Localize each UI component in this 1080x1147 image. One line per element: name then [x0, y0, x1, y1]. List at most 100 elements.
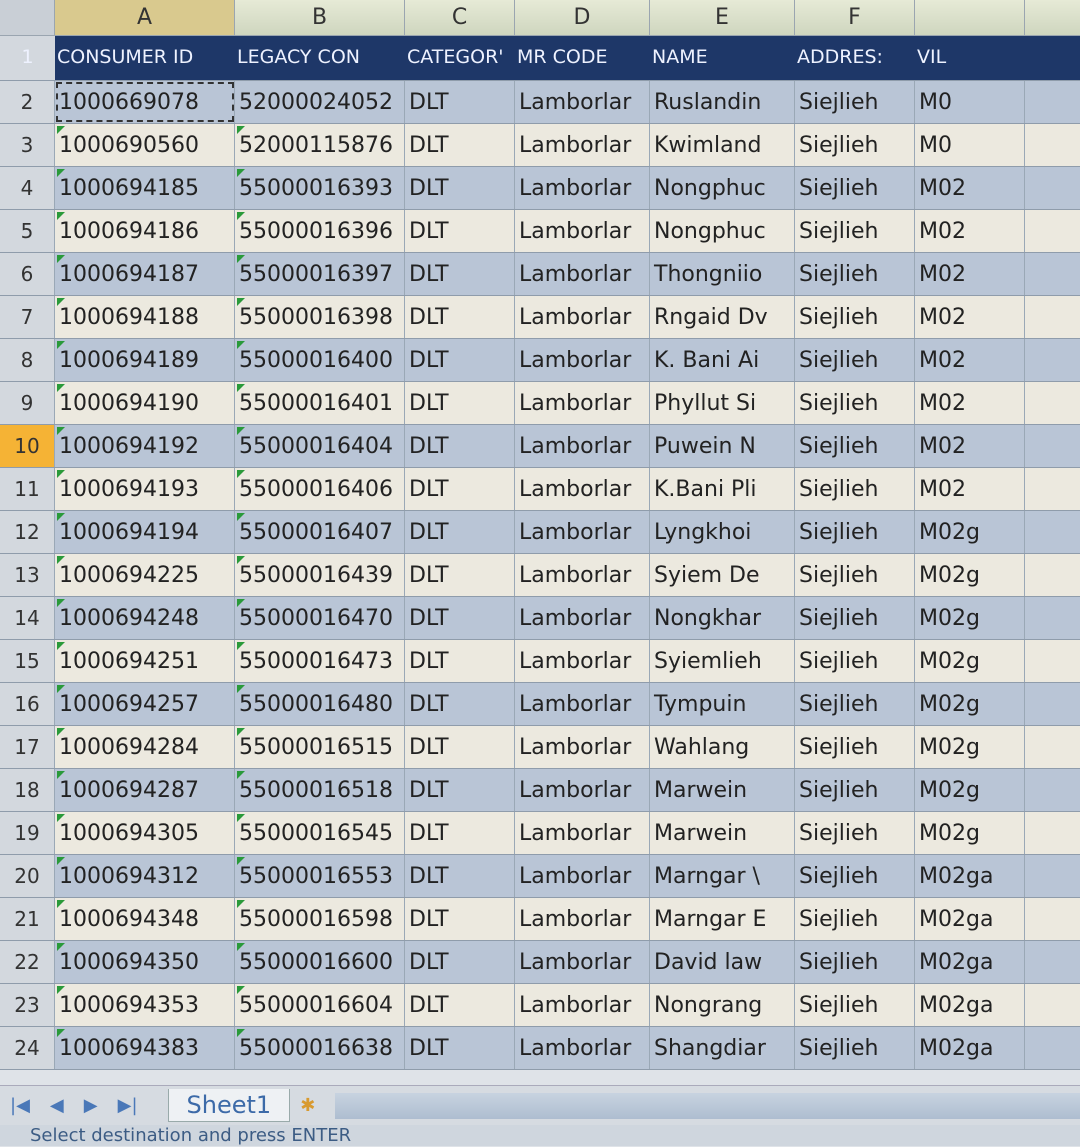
- cell-b[interactable]: 55000016518: [235, 769, 405, 811]
- row-header[interactable]: 20: [0, 855, 55, 897]
- cell-g[interactable]: M02ga: [915, 898, 1025, 940]
- cell-d[interactable]: Lamborlar: [515, 81, 650, 123]
- cell-d[interactable]: Lamborlar: [515, 1027, 650, 1069]
- cell-a[interactable]: 1000694225: [55, 554, 235, 596]
- cell-g[interactable]: M02g: [915, 769, 1025, 811]
- cell-b[interactable]: 55000016407: [235, 511, 405, 553]
- cell-g[interactable]: M02ga: [915, 984, 1025, 1026]
- header-cell[interactable]: CATEGOR': [405, 36, 515, 80]
- cell-g[interactable]: M02: [915, 339, 1025, 381]
- row-header[interactable]: 16: [0, 683, 55, 725]
- cell-e[interactable]: Kwimland: [650, 124, 795, 166]
- insert-sheet-icon[interactable]: ✱: [300, 1095, 315, 1116]
- cell-f[interactable]: Siejlieh: [795, 683, 915, 725]
- cell-f[interactable]: Siejlieh: [795, 124, 915, 166]
- cell-e[interactable]: Phyllut Si: [650, 382, 795, 424]
- cell-e[interactable]: Shangdiar: [650, 1027, 795, 1069]
- row-header[interactable]: 24: [0, 1027, 55, 1069]
- cell-b[interactable]: 52000024052: [235, 81, 405, 123]
- cell-c[interactable]: DLT: [405, 296, 515, 338]
- row-header[interactable]: 5: [0, 210, 55, 252]
- cell-d[interactable]: Lamborlar: [515, 382, 650, 424]
- cell-b[interactable]: 55000016401: [235, 382, 405, 424]
- sheet-tab[interactable]: Sheet1: [167, 1089, 291, 1122]
- cell-g[interactable]: M02: [915, 382, 1025, 424]
- cell-f[interactable]: Siejlieh: [795, 210, 915, 252]
- cell-e[interactable]: Marngar \: [650, 855, 795, 897]
- cell-c[interactable]: DLT: [405, 640, 515, 682]
- cell-c[interactable]: DLT: [405, 984, 515, 1026]
- row-header[interactable]: 7: [0, 296, 55, 338]
- cell-e[interactable]: Marwein: [650, 769, 795, 811]
- header-cell[interactable]: CONSUMER ID: [55, 36, 235, 80]
- cell-e[interactable]: Lyngkhoi: [650, 511, 795, 553]
- column-header-a[interactable]: A: [55, 0, 235, 35]
- cell-g[interactable]: M02: [915, 167, 1025, 209]
- cell-f[interactable]: Siejlieh: [795, 382, 915, 424]
- cell-c[interactable]: DLT: [405, 683, 515, 725]
- cell-e[interactable]: Nongkhar: [650, 597, 795, 639]
- column-header-f[interactable]: F: [795, 0, 915, 35]
- cell-d[interactable]: Lamborlar: [515, 769, 650, 811]
- cell-c[interactable]: DLT: [405, 468, 515, 510]
- cell-c[interactable]: DLT: [405, 1027, 515, 1069]
- cell-a[interactable]: 1000694186: [55, 210, 235, 252]
- cell-f[interactable]: Siejlieh: [795, 425, 915, 467]
- cell-f[interactable]: Siejlieh: [795, 554, 915, 596]
- row-header[interactable]: 6: [0, 253, 55, 295]
- column-header-d[interactable]: D: [515, 0, 650, 35]
- row-header[interactable]: 1: [0, 36, 55, 80]
- cell-e[interactable]: Thongniio: [650, 253, 795, 295]
- cell-f[interactable]: Siejlieh: [795, 511, 915, 553]
- row-header[interactable]: 18: [0, 769, 55, 811]
- cell-a[interactable]: 1000694350: [55, 941, 235, 983]
- cell-e[interactable]: Syiem De: [650, 554, 795, 596]
- cell-e[interactable]: Ruslandin: [650, 81, 795, 123]
- cell-e[interactable]: Marngar E: [650, 898, 795, 940]
- cell-d[interactable]: Lamborlar: [515, 339, 650, 381]
- cell-e[interactable]: Nongphuc: [650, 210, 795, 252]
- cell-d[interactable]: Lamborlar: [515, 984, 650, 1026]
- cell-e[interactable]: David law: [650, 941, 795, 983]
- cell-e[interactable]: K.Bani Pli: [650, 468, 795, 510]
- cell-c[interactable]: DLT: [405, 855, 515, 897]
- cell-d[interactable]: Lamborlar: [515, 898, 650, 940]
- cell-a[interactable]: 1000694248: [55, 597, 235, 639]
- last-sheet-icon[interactable]: ▶|: [118, 1095, 138, 1116]
- cell-c[interactable]: DLT: [405, 726, 515, 768]
- cell-f[interactable]: Siejlieh: [795, 253, 915, 295]
- cell-g[interactable]: M02g: [915, 726, 1025, 768]
- cell-f[interactable]: Siejlieh: [795, 855, 915, 897]
- row-header[interactable]: 9: [0, 382, 55, 424]
- cell-b[interactable]: 55000016545: [235, 812, 405, 854]
- cell-c[interactable]: DLT: [405, 511, 515, 553]
- row-header[interactable]: 17: [0, 726, 55, 768]
- cell-b[interactable]: 55000016396: [235, 210, 405, 252]
- cell-g[interactable]: M02g: [915, 812, 1025, 854]
- cell-f[interactable]: Siejlieh: [795, 769, 915, 811]
- cell-b[interactable]: 55000016480: [235, 683, 405, 725]
- cell-f[interactable]: Siejlieh: [795, 597, 915, 639]
- cell-a[interactable]: 1000690560: [55, 124, 235, 166]
- cell-f[interactable]: Siejlieh: [795, 726, 915, 768]
- row-header[interactable]: 14: [0, 597, 55, 639]
- cell-a[interactable]: 1000694189: [55, 339, 235, 381]
- cell-a[interactable]: 1000694187: [55, 253, 235, 295]
- cell-g[interactable]: M02ga: [915, 941, 1025, 983]
- cell-b[interactable]: 55000016638: [235, 1027, 405, 1069]
- cell-d[interactable]: Lamborlar: [515, 812, 650, 854]
- cell-e[interactable]: K. Bani Ai: [650, 339, 795, 381]
- cell-b[interactable]: 55000016515: [235, 726, 405, 768]
- cell-g[interactable]: M02ga: [915, 855, 1025, 897]
- column-header-b[interactable]: B: [235, 0, 405, 35]
- cell-e[interactable]: Rngaid Dv: [650, 296, 795, 338]
- cell-c[interactable]: DLT: [405, 382, 515, 424]
- cell-e[interactable]: Tympuin: [650, 683, 795, 725]
- prev-sheet-icon[interactable]: ◀: [50, 1095, 64, 1116]
- cell-d[interactable]: Lamborlar: [515, 210, 650, 252]
- cell-b[interactable]: 55000016398: [235, 296, 405, 338]
- cell-f[interactable]: Siejlieh: [795, 468, 915, 510]
- header-cell[interactable]: NAME: [650, 36, 795, 80]
- cell-d[interactable]: Lamborlar: [515, 468, 650, 510]
- cell-a[interactable]: 1000694188: [55, 296, 235, 338]
